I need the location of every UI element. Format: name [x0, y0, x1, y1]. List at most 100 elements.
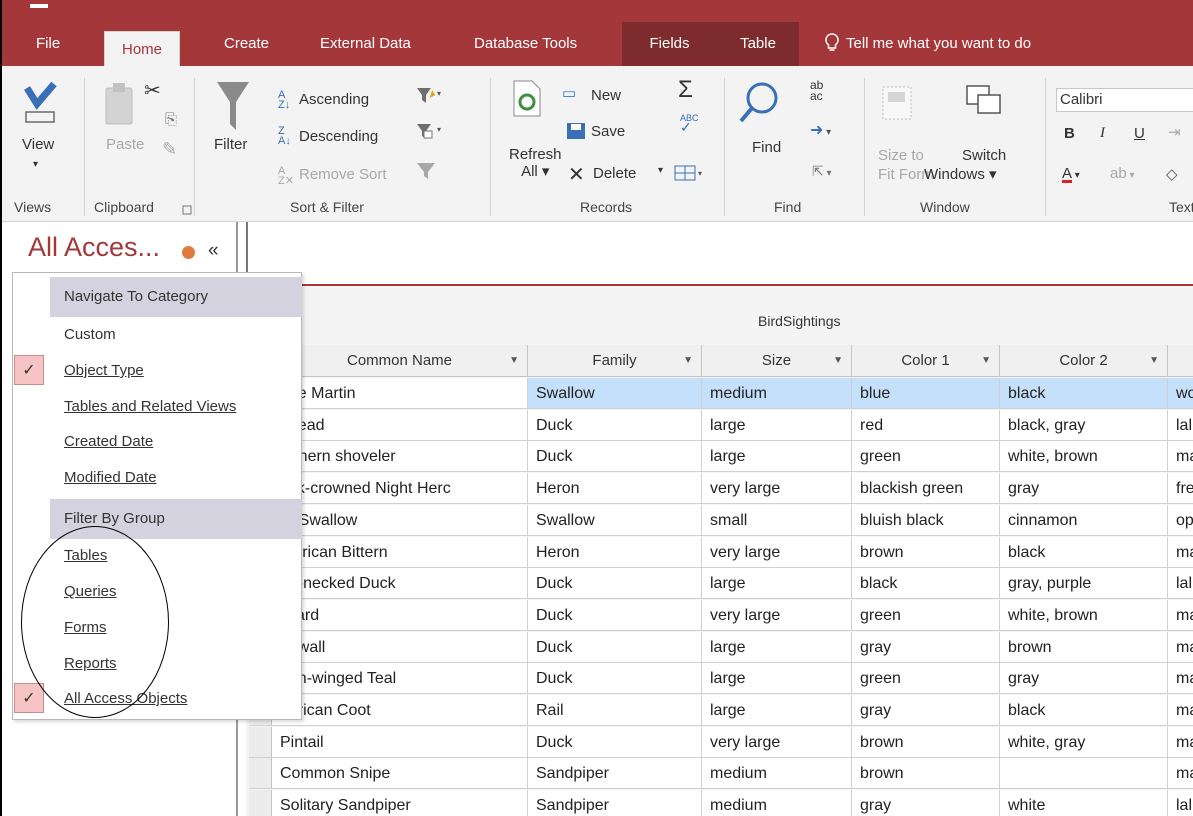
table-cell[interactable]: ma	[1168, 727, 1193, 758]
menu-item-object-type[interactable]: Object Type	[64, 362, 144, 379]
column-header[interactable]	[1168, 345, 1193, 377]
table-cell[interactable]: Swallow	[528, 378, 702, 409]
indent-icon[interactable]: ⇥	[1168, 123, 1181, 141]
table-cell[interactable]: ack-crowned Night Herc	[272, 473, 528, 504]
table-cell[interactable]: very large	[702, 537, 852, 568]
table-cell[interactable]: Heron	[528, 473, 702, 504]
table-cell[interactable]: large	[702, 632, 852, 663]
column-dropdown-icon[interactable]: ▼	[509, 345, 519, 377]
table-cell[interactable]: Duck	[528, 441, 702, 472]
filter-button[interactable]: Filter	[214, 136, 247, 153]
table-cell[interactable]: brown	[852, 758, 1000, 789]
table-cell[interactable]: black	[1000, 378, 1168, 409]
table-cell[interactable]: brown	[852, 537, 1000, 568]
table-cell[interactable]: white, gray	[1000, 727, 1168, 758]
collapse-pane-button[interactable]: «	[208, 240, 219, 262]
table-cell[interactable]: lal	[1168, 790, 1193, 816]
tell-me-box[interactable]: Tell me what you want to do	[824, 22, 1031, 66]
table-cell[interactable]: Duck	[528, 632, 702, 663]
table-cell[interactable]: Pintail	[272, 727, 528, 758]
fill-color-icon[interactable]: ◇	[1166, 165, 1178, 183]
column-dropdown-icon[interactable]: ▼	[1149, 345, 1159, 377]
tab-create[interactable]: Create	[224, 22, 269, 66]
remove-sort-button[interactable]: Remove Sort	[299, 166, 387, 183]
find-button[interactable]: Find	[752, 139, 781, 156]
table-cell[interactable]: brown	[1000, 632, 1168, 663]
dialog-launcher-icon[interactable]	[182, 205, 192, 215]
table-cell[interactable]: very large	[702, 727, 852, 758]
table-cell[interactable]: Duck	[528, 727, 702, 758]
table-cell[interactable]: lal	[1168, 410, 1193, 441]
view-dropdown-icon[interactable]: ▾	[33, 159, 38, 170]
delete-button[interactable]: Delete	[593, 165, 636, 182]
table-cell[interactable]: een-winged Teal	[272, 663, 528, 694]
table-cell[interactable]: black	[1000, 695, 1168, 726]
new-record-button[interactable]: New	[591, 87, 621, 104]
table-cell[interactable]: large	[702, 663, 852, 694]
table-cell[interactable]: Sandpiper	[528, 790, 702, 816]
record-selector[interactable]	[249, 727, 272, 758]
table-cell[interactable]: Swallow	[528, 505, 702, 536]
table-cell[interactable]: ng-necked Duck	[272, 568, 528, 599]
table-cell[interactable]: small	[702, 505, 852, 536]
table-cell[interactable]: blackish green	[852, 473, 1000, 504]
table-cell[interactable]: green	[852, 600, 1000, 631]
copy-icon[interactable]: ⎘	[165, 111, 177, 128]
table-cell[interactable]: black	[852, 568, 1000, 599]
table-cell[interactable]: ma	[1168, 758, 1193, 789]
table-cell[interactable]: large	[702, 410, 852, 441]
italic-button[interactable]: I	[1100, 125, 1105, 142]
table-cell[interactable]: gray	[1000, 473, 1168, 504]
tab-database-tools[interactable]: Database Tools	[474, 22, 577, 66]
table-cell[interactable]: large	[702, 695, 852, 726]
switch-windows-button[interactable]: Switch	[962, 146, 1006, 165]
table-cell[interactable]: gray	[852, 632, 1000, 663]
table-cell[interactable]: gray, purple	[1000, 568, 1168, 599]
table-cell[interactable]: Solitary Sandpiper	[272, 790, 528, 816]
refresh-all-button[interactable]: Refresh All ▾	[509, 146, 562, 180]
selection-filter-icon[interactable]: ▾	[416, 86, 446, 106]
tab-external-data[interactable]: External Data	[320, 22, 411, 66]
column-dropdown-icon[interactable]: ▼	[683, 345, 693, 377]
paste-button[interactable]: Paste	[106, 136, 144, 153]
table-cell[interactable]: Duck	[528, 568, 702, 599]
highlight-icon[interactable]: ab ▾	[1110, 165, 1135, 182]
menu-item-modified-date[interactable]: Modified Date	[64, 469, 157, 486]
replace-icon[interactable]: ab ac	[810, 79, 823, 102]
table-cell[interactable]: white, brown	[1000, 600, 1168, 631]
table-cell[interactable]: large	[702, 568, 852, 599]
table-cell[interactable]: black, gray	[1000, 410, 1168, 441]
column-header[interactable]: Color 2 ▼	[1000, 345, 1168, 377]
table-cell[interactable]: Heron	[528, 537, 702, 568]
table-cell[interactable]: green	[852, 441, 1000, 472]
table-cell[interactable]: very large	[702, 473, 852, 504]
bold-button[interactable]: B	[1064, 125, 1075, 142]
table-cell[interactable]: gray	[852, 695, 1000, 726]
totals-icon[interactable]: Σ	[678, 76, 693, 104]
table-cell[interactable]: rn Swallow	[272, 505, 528, 536]
table-cell[interactable]: bluish black	[852, 505, 1000, 536]
record-selector[interactable]	[249, 758, 272, 789]
ascending-button[interactable]: Ascending	[299, 91, 369, 108]
table-cell[interactable]: blue	[852, 378, 1000, 409]
underline-button[interactable]: U	[1134, 125, 1145, 142]
table-cell[interactable]: red	[852, 410, 1000, 441]
toggle-filter-icon[interactable]	[416, 161, 436, 181]
delete-dropdown-icon[interactable]: ▾	[658, 165, 663, 176]
spelling-icon[interactable]: ABC ✓	[680, 114, 699, 135]
table-cell[interactable]: fre	[1168, 473, 1193, 504]
tab-table[interactable]: Table	[717, 22, 799, 66]
menu-item-created-date[interactable]: Created Date	[64, 433, 153, 450]
advanced-filter-icon[interactable]: ▾	[416, 122, 446, 142]
column-header[interactable]: Common Name ▼	[272, 345, 528, 377]
table-cell[interactable]: white, brown	[1000, 441, 1168, 472]
nav-dropdown-icon[interactable]	[182, 246, 195, 259]
table-cell[interactable]: adwall	[272, 632, 528, 663]
tab-file[interactable]: File	[36, 22, 60, 66]
table-cell[interactable]: Rail	[528, 695, 702, 726]
table-cell[interactable]: ma	[1168, 663, 1193, 694]
table-cell[interactable]: ma	[1168, 695, 1193, 726]
table-cell[interactable]	[1000, 758, 1168, 789]
cut-icon[interactable]: ✂	[144, 78, 161, 103]
table-cell[interactable]: green	[852, 663, 1000, 694]
